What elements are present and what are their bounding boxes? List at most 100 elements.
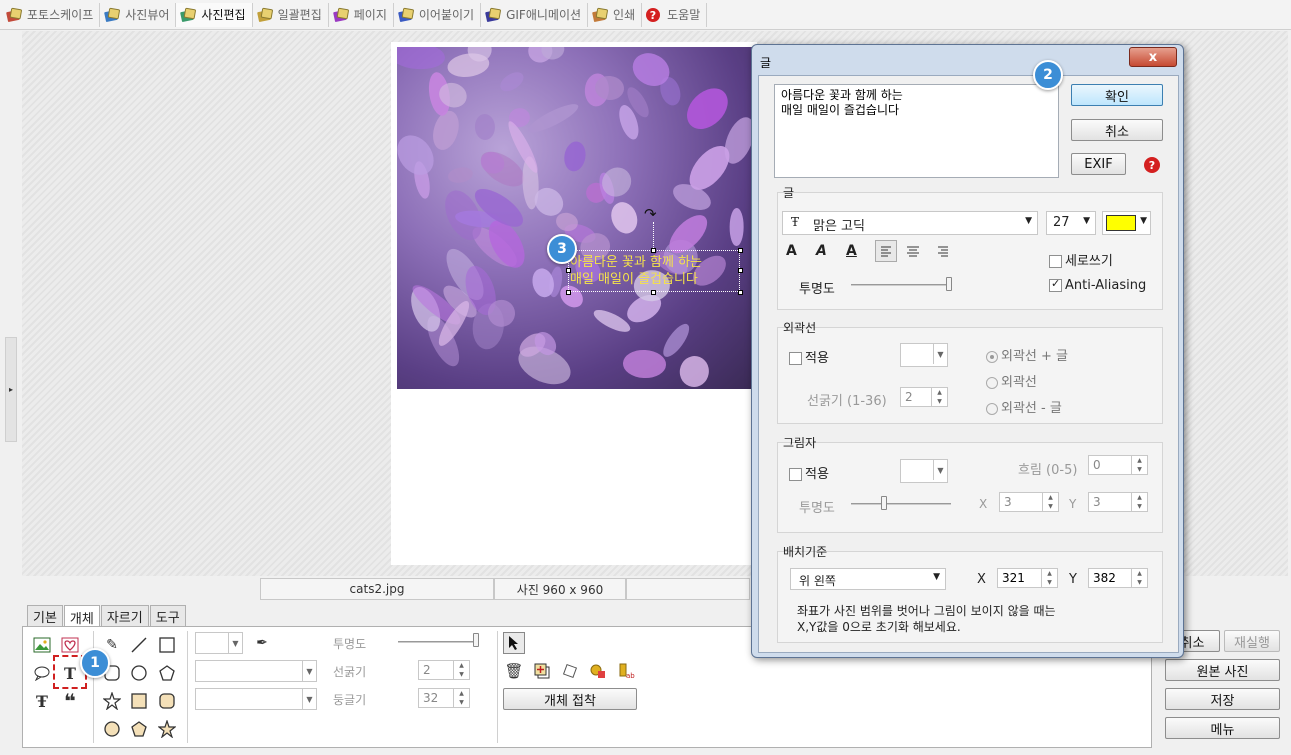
outline-apply-checkbox[interactable] — [789, 352, 802, 365]
resize-handle[interactable] — [566, 290, 571, 295]
text-style-icon[interactable]: Ŧ — [31, 690, 53, 712]
stepper-arrows-icon[interactable]: ▲ ▼ — [1131, 456, 1147, 474]
speech-bubble-icon[interactable] — [31, 662, 53, 684]
top-tab-batch[interactable]: 일괄편집 — [253, 2, 329, 27]
filled-pentagon-icon[interactable] — [128, 718, 150, 740]
side-panel-toggle[interactable]: ▸ — [5, 337, 17, 442]
resize-handle[interactable] — [738, 290, 743, 295]
quote-icon[interactable]: ❝ — [59, 689, 81, 713]
shadow-blur-stepper[interactable]: 0 ▲ ▼ — [1088, 455, 1148, 475]
top-tab-editor[interactable]: 사진편집 — [176, 2, 253, 27]
shadow-color-picker[interactable]: ▼ — [900, 459, 948, 483]
eyedropper-icon[interactable]: ✒ — [251, 632, 273, 654]
shadow-opacity-thumb[interactable] — [881, 496, 887, 510]
arrow-style-combo[interactable]: ▼ — [195, 688, 317, 710]
stepper-arrows-icon[interactable]: ▲ ▼ — [1131, 493, 1147, 511]
photo-image[interactable] — [397, 47, 752, 389]
shadow-apply-option[interactable]: 적용 — [789, 463, 829, 482]
object-attach-button[interactable]: 개체 접착 — [503, 688, 637, 710]
top-tab-viewer[interactable]: 사진뷰어 — [100, 2, 177, 27]
placement-x-stepper[interactable]: 321 ▲ ▼ — [997, 568, 1058, 588]
resize-handle[interactable] — [651, 248, 656, 253]
redo-button[interactable]: 재실행 — [1224, 630, 1280, 652]
ok-button[interactable]: 확인 — [1071, 84, 1163, 106]
radio-icon[interactable] — [986, 350, 998, 363]
star-icon[interactable] — [101, 690, 123, 712]
resize-handle[interactable] — [651, 290, 656, 295]
anchor-select[interactable]: 위 왼쪽 ▼ — [790, 568, 946, 590]
pointer-icon[interactable] — [503, 632, 525, 654]
roundness-stepper[interactable]: 32 ▲ ▼ — [418, 688, 470, 708]
transparency-slider-thumb[interactable] — [473, 633, 479, 647]
align-center-icon[interactable] — [903, 241, 923, 261]
outline-color-picker[interactable]: ▼ — [900, 343, 948, 367]
rotate-handle-icon[interactable]: ↷ — [644, 205, 657, 223]
circle-icon[interactable] — [128, 662, 150, 684]
top-tab-photoscape[interactable]: 포토스케이프 — [2, 2, 101, 27]
heart-icon[interactable] — [59, 634, 81, 656]
send-back-icon[interactable]: abc — [615, 660, 637, 682]
outline-width-stepper[interactable]: 2 ▲ ▼ — [900, 387, 948, 407]
font-size-select[interactable]: 27 ▼ — [1046, 211, 1096, 235]
shadow-opacity-slider[interactable] — [851, 503, 951, 505]
align-left-icon[interactable] — [875, 240, 897, 262]
filled-rectangle-icon[interactable] — [128, 690, 150, 712]
tab-crop[interactable]: 자르기 — [100, 605, 149, 627]
rectangle-icon[interactable] — [156, 634, 178, 656]
resize-handle[interactable] — [738, 268, 743, 273]
text-opacity-slider[interactable] — [851, 284, 949, 286]
stepper-arrows-icon[interactable]: ▲ ▼ — [931, 388, 947, 406]
outline-radio-2[interactable]: 외곽선 — [986, 371, 1037, 390]
filled-rounded-rect-icon[interactable] — [156, 690, 178, 712]
duplicate-icon[interactable] — [531, 660, 553, 682]
line-icon[interactable] — [128, 634, 150, 656]
stepper-arrows-icon[interactable]: ▲ ▼ — [1131, 569, 1147, 587]
dialog-cancel-button[interactable]: 취소 — [1071, 119, 1163, 141]
stepper-arrows-icon[interactable]: ▲ ▼ — [1042, 493, 1058, 511]
text-selection-box[interactable] — [568, 250, 740, 292]
filled-circle-icon[interactable] — [101, 718, 123, 740]
align-right-icon[interactable] — [933, 241, 953, 261]
antialias-checkbox[interactable] — [1049, 277, 1062, 292]
original-photo-button[interactable]: 원본 사진 — [1165, 659, 1280, 681]
resize-handle[interactable] — [738, 248, 743, 253]
top-tab-help[interactable]: ? 도움말 — [642, 2, 708, 27]
text-opacity-thumb[interactable] — [946, 277, 952, 291]
bold-icon[interactable]: A — [786, 243, 797, 259]
vertical-text-checkbox[interactable] — [1049, 255, 1062, 268]
top-tab-print[interactable]: 인쇄 — [588, 2, 643, 27]
tab-object[interactable]: 개체 — [63, 605, 100, 628]
save-button[interactable]: 저장 — [1165, 688, 1280, 710]
line-width-stepper[interactable]: 2 ▲ ▼ — [418, 660, 470, 680]
text-dialog[interactable]: 글 x 아름다운 꽃과 함께 하는 매일 매일이 즐겁습니다 확인 취소 EXI… — [751, 44, 1184, 658]
stepper-arrows-icon[interactable]: ▲ ▼ — [1041, 569, 1057, 587]
outline-apply-option[interactable]: 적용 — [789, 347, 829, 366]
radio-icon[interactable] — [986, 376, 998, 389]
shadow-x-stepper[interactable]: 3 ▲ ▼ — [999, 492, 1059, 512]
rotate-object-icon[interactable] — [559, 660, 581, 682]
top-tab-combine[interactable]: 이어붙이기 — [394, 2, 482, 27]
color-combo[interactable]: ▼ — [195, 632, 243, 654]
stepper-arrows-icon[interactable]: ▲ ▼ — [453, 689, 469, 707]
top-tab-gif[interactable]: GIF애니메이션 — [481, 2, 589, 27]
text-input[interactable]: 아름다운 꽃과 함께 하는 매일 매일이 즐겁습니다 — [774, 84, 1059, 178]
close-icon[interactable]: x — [1129, 47, 1177, 67]
help-icon[interactable]: ? — [1144, 157, 1160, 173]
top-tab-page[interactable]: 페이지 — [329, 2, 394, 27]
shadow-y-stepper[interactable]: 3 ▲ ▼ — [1088, 492, 1148, 512]
bring-front-icon[interactable] — [587, 660, 609, 682]
underline-icon[interactable]: A — [846, 243, 857, 259]
line-style-combo[interactable]: ▼ — [195, 660, 317, 682]
tab-basic[interactable]: 기본 — [27, 605, 63, 627]
resize-handle[interactable] — [566, 268, 571, 273]
outline-radio-1[interactable]: 외곽선 + 글 — [986, 345, 1068, 364]
antialias-option[interactable]: Anti-Aliasing — [1049, 277, 1146, 293]
placement-y-stepper[interactable]: 382 ▲ ▼ — [1088, 568, 1148, 588]
shadow-apply-checkbox[interactable] — [789, 468, 802, 481]
pentagon-icon[interactable] — [156, 662, 178, 684]
text-color-picker[interactable]: ▼ — [1102, 211, 1151, 235]
transparency-slider[interactable] — [398, 641, 478, 643]
italic-icon[interactable]: A — [816, 243, 827, 259]
image-icon[interactable] — [31, 634, 53, 656]
menu-button[interactable]: 메뉴 — [1165, 717, 1280, 739]
